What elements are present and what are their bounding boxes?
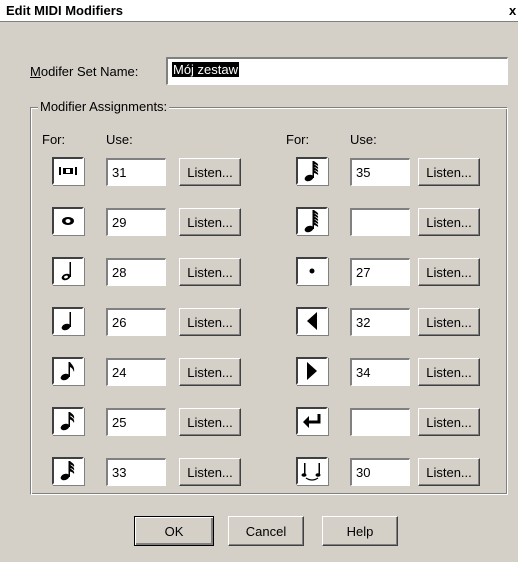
- right-value-input-5[interactable]: [350, 408, 410, 436]
- left-value-input-1[interactable]: 29: [106, 208, 166, 236]
- left-value-input-2[interactable]: 28: [106, 258, 166, 286]
- left-value-input-6[interactable]: 33: [106, 458, 166, 486]
- cancel-button[interactable]: Cancel: [228, 516, 304, 546]
- right-use-header: Use:: [350, 132, 377, 147]
- listen-button-right-4[interactable]: Listen...: [418, 358, 480, 386]
- listen-button-right-3[interactable]: Listen...: [418, 308, 480, 336]
- help-button[interactable]: Help: [322, 516, 398, 546]
- left-value-input-5[interactable]: 25: [106, 408, 166, 436]
- right-for-header: For:: [286, 132, 310, 147]
- right-value-input-1[interactable]: [350, 208, 410, 236]
- listen-button-right-6[interactable]: Listen...: [418, 458, 480, 486]
- hundred-twenty-eighth-note-icon: [296, 207, 328, 235]
- left-value-input-3[interactable]: 26: [106, 308, 166, 336]
- right-value-input-2[interactable]: 27: [350, 258, 410, 286]
- close-icon[interactable]: x: [509, 3, 518, 18]
- sixteenth-note-icon: [52, 407, 84, 435]
- listen-button-right-1[interactable]: Listen...: [418, 208, 480, 236]
- quarter-note-icon: [52, 307, 84, 335]
- arrow-left-icon: [296, 307, 328, 335]
- left-value-input-4[interactable]: 24: [106, 358, 166, 386]
- listen-button-left-4[interactable]: Listen...: [179, 358, 241, 386]
- group-label: Modifier Assignments:: [38, 99, 170, 114]
- set-name-input[interactable]: Mój zestaw: [166, 57, 508, 85]
- arrow-right-icon: [296, 357, 328, 385]
- left-value-input-0[interactable]: 31: [106, 158, 166, 186]
- listen-button-left-6[interactable]: Listen...: [179, 458, 241, 486]
- dot-icon: [296, 257, 328, 285]
- half-note-icon: [52, 257, 84, 285]
- right-value-input-3[interactable]: 32: [350, 308, 410, 336]
- ok-button[interactable]: OK: [134, 516, 214, 546]
- listen-button-right-2[interactable]: Listen...: [418, 258, 480, 286]
- window-title: Edit MIDI Modifiers: [6, 3, 123, 18]
- set-name-label: Modifer Set Name:: [30, 64, 139, 79]
- listen-button-left-1[interactable]: Listen...: [179, 208, 241, 236]
- right-value-input-0[interactable]: 35: [350, 158, 410, 186]
- tie-icon: [296, 457, 328, 485]
- enter-icon: [296, 407, 328, 435]
- listen-button-left-2[interactable]: Listen...: [179, 258, 241, 286]
- sixty-fourth-note-icon: [296, 157, 328, 185]
- listen-button-right-5[interactable]: Listen...: [418, 408, 480, 436]
- thirty-second-note-icon: [52, 457, 84, 485]
- listen-button-left-0[interactable]: Listen...: [179, 158, 241, 186]
- whole-note-icon: [52, 207, 84, 235]
- eighth-note-icon: [52, 357, 84, 385]
- set-name-value: Mój zestaw: [172, 62, 240, 77]
- listen-button-right-0[interactable]: Listen...: [418, 158, 480, 186]
- listen-button-left-3[interactable]: Listen...: [179, 308, 241, 336]
- multirest-icon: [52, 157, 84, 185]
- listen-button-left-5[interactable]: Listen...: [179, 408, 241, 436]
- right-value-input-4[interactable]: 34: [350, 358, 410, 386]
- right-value-input-6[interactable]: 30: [350, 458, 410, 486]
- left-use-header: Use:: [106, 132, 133, 147]
- left-for-header: For:: [42, 132, 66, 147]
- title-bar: Edit MIDI Modifiers x: [0, 0, 518, 22]
